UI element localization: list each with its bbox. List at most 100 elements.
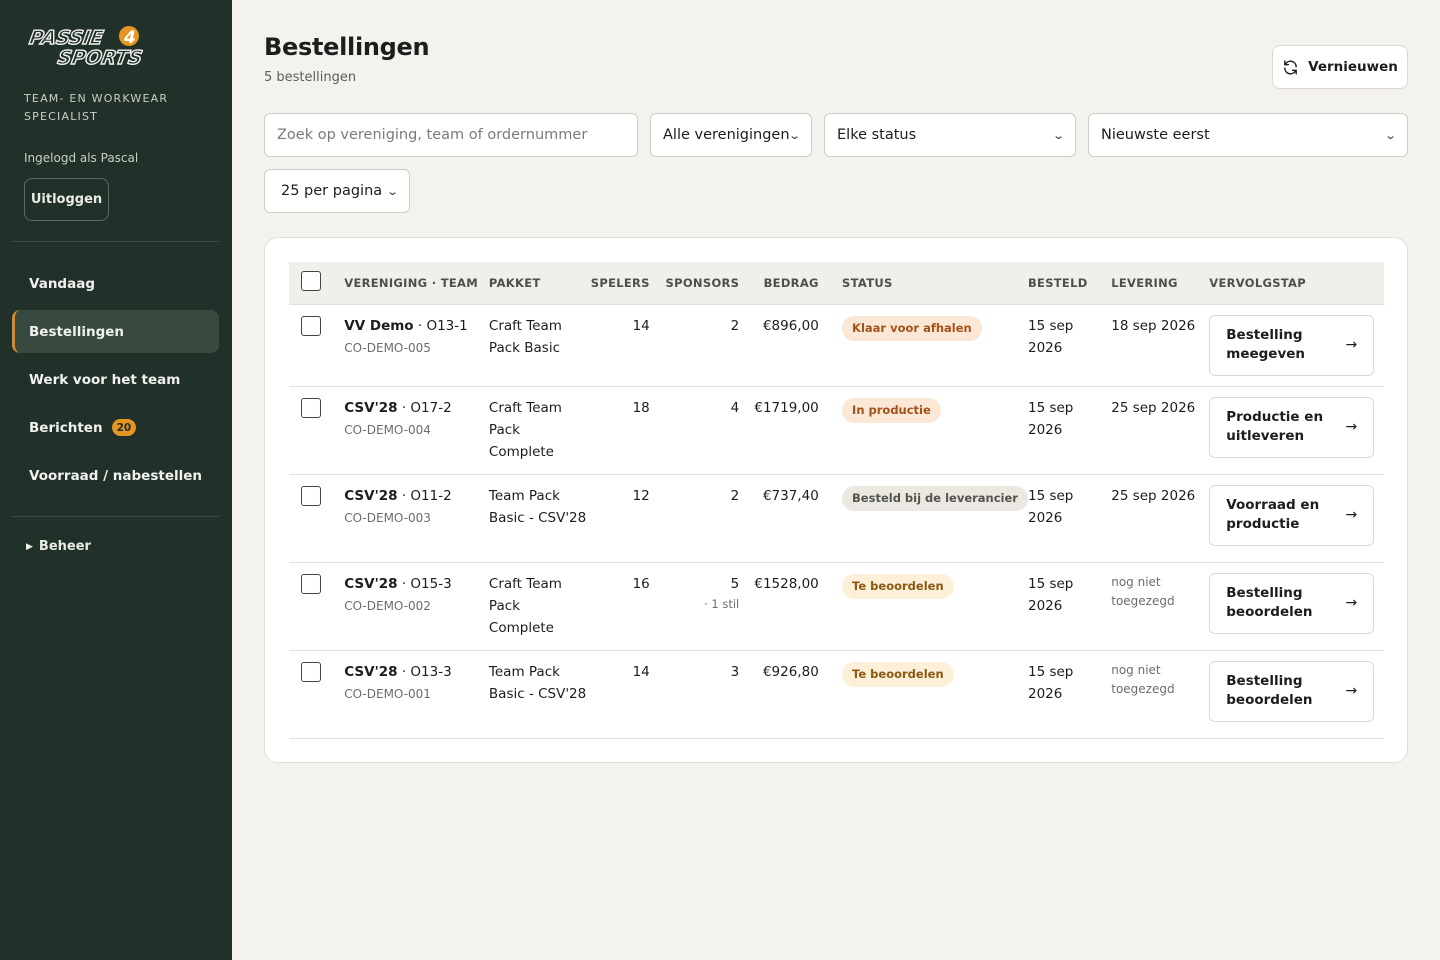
status-filter-value: Elke status: [837, 127, 917, 143]
status-cell: Klaar voor afhalen: [842, 304, 1028, 387]
players-cell: 18: [587, 386, 650, 475]
column-header[interactable]: Pakket: [488, 262, 588, 305]
next-step-button[interactable]: Productie en uitleveren →: [1209, 396, 1375, 458]
row-select-cell: [289, 304, 345, 387]
column-header[interactable]: Besteld: [1027, 262, 1112, 305]
sidebar-divider: [12, 516, 219, 517]
next-step-cell: Bestelling beoordelen →: [1209, 562, 1384, 651]
amount-cell: €737,40: [739, 474, 819, 563]
refresh-button[interactable]: Vernieuwen: [1272, 45, 1408, 89]
table-row[interactable]: CSV'28 · O15-3 CO-DEMO-002 Craft Team Pa…: [289, 562, 1384, 651]
order-number: CO-DEMO-004: [344, 422, 431, 437]
club-name: VV Demo: [344, 317, 414, 334]
club-filter-value: Alle verenigingen: [663, 127, 790, 143]
passie4sports-logo: PASSIE 4 SPORTS: [28, 25, 145, 68]
next-step-cell: Voorraad en productie →: [1209, 474, 1384, 563]
nav-item-berichten[interactable]: Berichten 20: [12, 406, 219, 449]
delivery-date-cell: nog niet toegezegd: [1111, 650, 1210, 739]
sidebar: PASSIE 4 SPORTS Team- en workwear specia…: [0, 0, 232, 960]
column-header[interactable]: Levering: [1111, 262, 1210, 305]
select-all-checkbox[interactable]: [301, 271, 321, 292]
order-number: CO-DEMO-005: [344, 340, 431, 355]
team-name: O11-2: [410, 487, 452, 504]
club-name: CSV'28: [344, 575, 398, 592]
status-filter-select[interactable]: Elke status ⌄: [824, 113, 1076, 157]
search-placeholder: Zoek op vereniging, team of ordernummer: [277, 127, 588, 143]
sidebar-divider: [12, 241, 219, 242]
per-page-select[interactable]: 25 per pagina ⌄: [264, 169, 410, 213]
team-name: O17-2: [410, 399, 452, 416]
search-input[interactable]: Zoek op vereniging, team of ordernummer: [264, 113, 638, 157]
sponsor-note: · 1 stil: [704, 596, 740, 611]
amount-cell: €926,80: [739, 650, 819, 739]
table-header-row: Vereniging · Team Pakket Spelers Sponsor…: [289, 262, 1384, 305]
next-step-button[interactable]: Bestelling beoordelen →: [1209, 572, 1375, 634]
team-name: O13-3: [410, 663, 452, 680]
spacer: [818, 474, 843, 563]
status-badge: Te beoordelen: [842, 661, 954, 687]
row-checkbox[interactable]: [301, 485, 321, 506]
sponsors-cell: 5 · 1 stil: [649, 562, 740, 651]
row-select-cell: [289, 386, 345, 475]
players-cell: 12: [587, 474, 650, 563]
delivery-date-cell: 25 sep 2026: [1111, 474, 1210, 563]
nav-item-bestellingen[interactable]: Bestellingen: [12, 310, 219, 353]
column-header[interactable]: Vereniging · Team: [344, 262, 489, 305]
sort-select[interactable]: Nieuwste eerst ⌄: [1088, 113, 1408, 157]
sponsors-cell: 3: [649, 650, 740, 739]
refresh-icon: [1284, 59, 1297, 75]
next-step-button[interactable]: Voorraad en productie →: [1209, 484, 1375, 546]
row-select-cell: [289, 650, 345, 739]
order-number: CO-DEMO-002: [344, 598, 431, 613]
beheer-toggle[interactable]: ▶ Beheer: [26, 539, 91, 554]
table-row[interactable]: CSV'28 · O11-2 CO-DEMO-003 Team Pack Bas…: [289, 474, 1384, 563]
status-cell: Besteld bij de leverancier: [842, 474, 1028, 563]
sponsor-count: 2: [730, 487, 740, 504]
next-step-button[interactable]: Bestelling meegeven →: [1209, 314, 1375, 376]
team-cell: CSV'28 · O13-3 CO-DEMO-001: [344, 650, 489, 739]
table-row[interactable]: CSV'28 · O13-3 CO-DEMO-001 Team Pack Bas…: [289, 650, 1384, 739]
table-row[interactable]: CSV'28 · O17-2 CO-DEMO-004 Craft Team Pa…: [289, 386, 1384, 475]
package-cell: Craft Team Pack Complete: [488, 562, 588, 651]
order-count: 5 bestellingen: [264, 70, 357, 85]
nav-item-voorraad[interactable]: Voorraad / nabestellen: [12, 454, 219, 497]
team-cell: CSV'28 · O11-2 CO-DEMO-003: [344, 474, 489, 563]
column-header[interactable]: Sponsors: [649, 262, 740, 305]
orders-table: Vereniging · Team Pakket Spelers Sponsor…: [289, 262, 1384, 739]
package-cell: Team Pack Basic - CSV'28: [488, 650, 588, 739]
nav-label: Werk voor het team: [29, 371, 181, 388]
next-step-cell: Bestelling beoordelen →: [1209, 650, 1384, 739]
club-name: CSV'28: [344, 399, 398, 416]
chevron-down-icon: ⌄: [1051, 128, 1065, 142]
status-badge: Te beoordelen: [842, 573, 954, 599]
nav-item-werk-voor-het-team[interactable]: Werk voor het team: [12, 358, 219, 401]
club-filter-select[interactable]: Alle verenigingen ⌄: [650, 113, 812, 157]
column-header[interactable]: Status: [842, 262, 1028, 305]
row-checkbox[interactable]: [301, 573, 321, 594]
arrow-right-icon: →: [1345, 682, 1358, 699]
ordered-date-cell: 15 sep 2026: [1027, 386, 1112, 475]
row-checkbox[interactable]: [301, 397, 321, 418]
delivery-pending: nog niet toegezegd: [1111, 574, 1175, 608]
chevron-down-icon: ⌄: [1383, 128, 1397, 142]
table-row[interactable]: VV Demo · O13-1 CO-DEMO-005 Craft Team P…: [289, 304, 1384, 387]
next-step-label: Productie en uitleveren: [1226, 409, 1324, 444]
next-step-label: Bestelling meegeven: [1226, 327, 1306, 362]
next-step-button[interactable]: Bestelling beoordelen →: [1209, 660, 1375, 722]
delivery-pending: nog niet toegezegd: [1111, 662, 1175, 696]
delivery-date-cell: nog niet toegezegd: [1111, 562, 1210, 651]
logged-in-user: Ingelogd als Pascal: [24, 151, 139, 165]
nav-label: Berichten: [29, 419, 103, 436]
page-title: Bestellingen: [264, 33, 430, 61]
nav-label: Voorraad / nabestellen: [29, 467, 202, 484]
orders-card: Vereniging · Team Pakket Spelers Sponsor…: [264, 237, 1408, 763]
row-checkbox[interactable]: [301, 315, 321, 336]
logout-button[interactable]: Uitloggen: [24, 178, 109, 221]
row-checkbox[interactable]: [301, 661, 321, 682]
column-header[interactable]: Bedrag: [739, 262, 819, 305]
arrow-right-icon: →: [1345, 594, 1358, 611]
chevron-down-icon: ⌄: [787, 128, 801, 142]
nav-item-vandaag[interactable]: Vandaag: [12, 262, 219, 305]
club-name: CSV'28: [344, 663, 398, 680]
column-header[interactable]: Spelers: [587, 262, 650, 305]
